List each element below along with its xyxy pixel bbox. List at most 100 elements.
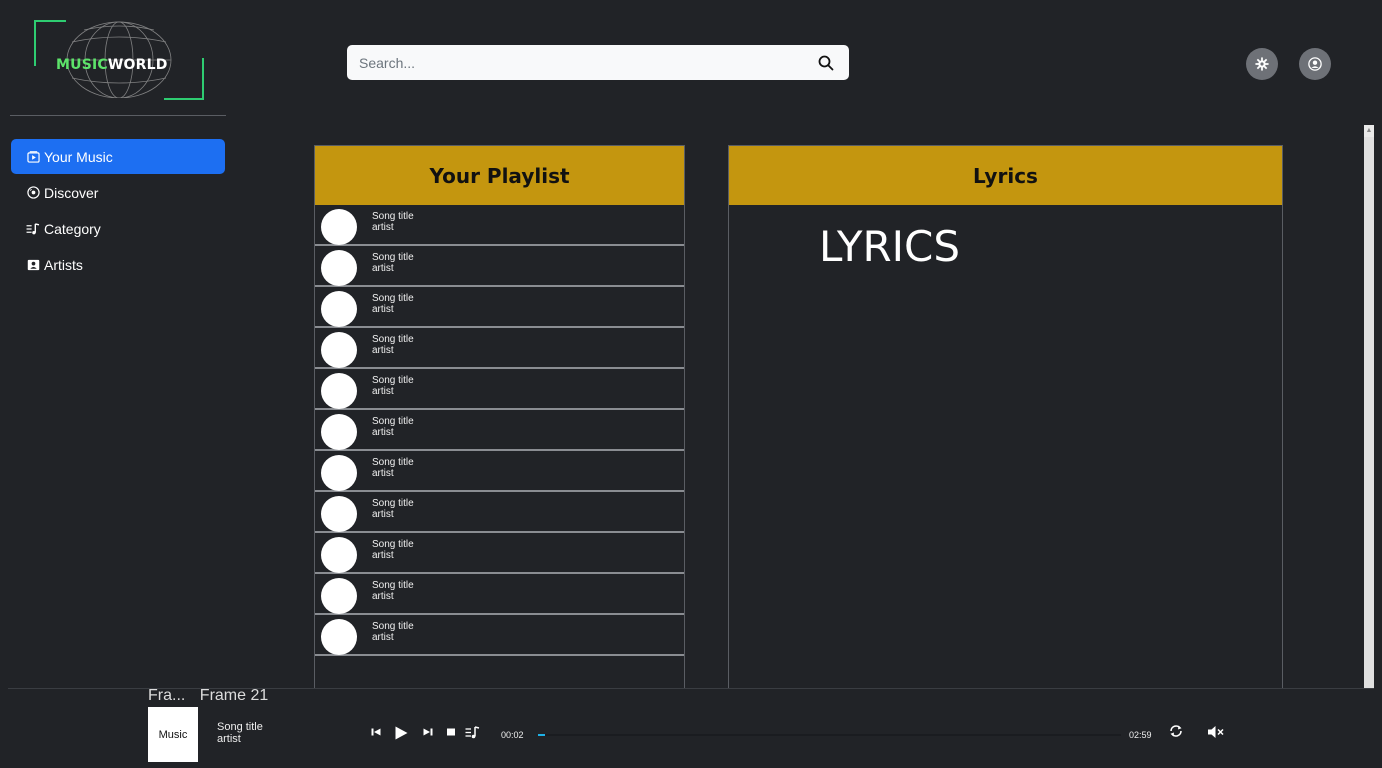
song-artist: artist	[372, 304, 394, 315]
logo: MUSICWORLD	[34, 20, 204, 100]
song-title: Song title	[372, 539, 414, 550]
song-artist: artist	[372, 591, 394, 602]
song-thumbnail	[321, 291, 357, 327]
sidebar-item-discover[interactable]: Discover	[11, 175, 225, 210]
playlist-song-row[interactable]: Song title artist	[315, 369, 684, 410]
song-thumbnail	[321, 578, 357, 614]
song-artist: artist	[372, 345, 394, 356]
lyrics-text: LYRICS	[819, 222, 961, 271]
song-thumbnail	[321, 537, 357, 573]
playlist-song-row[interactable]: Song title artist	[315, 205, 684, 246]
profile-button[interactable]	[1299, 48, 1331, 80]
playlist-song-row[interactable]: Song title artist	[315, 451, 684, 492]
frame-labels: Fra... Frame 21	[148, 687, 278, 705]
album-art: Music	[148, 707, 198, 762]
gear-icon	[1255, 57, 1269, 71]
search-button[interactable]	[803, 45, 849, 80]
song-thumbnail	[321, 496, 357, 532]
settings-button[interactable]	[1246, 48, 1278, 80]
song-artist: artist	[372, 386, 394, 397]
play-square-icon	[26, 150, 40, 164]
mute-button[interactable]	[1207, 725, 1225, 739]
user-circle-icon	[1308, 57, 1322, 71]
sidebar-item-category[interactable]: Category	[11, 211, 225, 246]
playlist-list: Song title artist Song title artist Song tit…	[315, 205, 684, 656]
song-artist: artist	[372, 427, 394, 438]
previous-button[interactable]	[370, 726, 382, 738]
song-artist: artist	[372, 263, 394, 274]
next-button[interactable]	[422, 726, 434, 738]
person-card-icon	[26, 258, 40, 272]
stop-icon	[447, 728, 455, 736]
song-thumbnail	[321, 414, 357, 450]
playlist-header: Your Playlist	[315, 146, 684, 205]
playlist-song-row[interactable]: Song title artist	[315, 328, 684, 369]
song-artist: artist	[372, 468, 394, 479]
logo-text-world: WORLD	[107, 57, 168, 73]
progress-fill	[538, 734, 545, 736]
playlist-song-row[interactable]: Song title artist	[315, 533, 684, 574]
logo-text: MUSICWORLD	[56, 57, 168, 73]
logo-text-music: MUSIC	[56, 57, 108, 73]
playlist-song-row[interactable]: Song title artist	[315, 246, 684, 287]
total-time: 02:59	[1129, 730, 1152, 740]
frame-label: Frame 21	[199, 687, 269, 704]
sidebar-item-label: Discover	[44, 184, 99, 201]
music-list-icon	[26, 222, 40, 236]
stop-button[interactable]	[445, 726, 457, 738]
song-title: Song title	[372, 621, 414, 632]
sidebar-item-label: Category	[44, 220, 101, 237]
song-thumbnail	[321, 373, 357, 409]
sidebar-item-label: Your Music	[44, 148, 113, 165]
current-time: 00:02	[501, 730, 524, 740]
song-title: Song title	[372, 375, 414, 386]
song-thumbnail	[321, 209, 357, 245]
lyrics-header: Lyrics	[729, 146, 1282, 205]
song-thumbnail	[321, 250, 357, 286]
search-input[interactable]	[347, 45, 802, 80]
page-scrollbar[interactable]	[1364, 125, 1374, 688]
skip-previous-icon	[371, 728, 381, 736]
now-playing-artist: artist	[217, 733, 241, 745]
song-title: Song title	[372, 498, 414, 509]
scroll-up-arrow-icon[interactable]: ▲	[1364, 125, 1374, 137]
song-artist: artist	[372, 222, 394, 233]
song-title: Song title	[372, 457, 414, 468]
play-button[interactable]	[394, 726, 408, 740]
playlist-song-row[interactable]: Song title artist	[315, 492, 684, 533]
sidebar-divider	[10, 115, 226, 116]
song-thumbnail	[321, 455, 357, 491]
song-title: Song title	[372, 334, 414, 345]
sidebar-item-your-music[interactable]: Your Music	[11, 139, 225, 174]
playlist-song-row[interactable]: Song title artist	[315, 574, 684, 615]
song-artist: artist	[372, 632, 394, 643]
playlist-song-row[interactable]: Song title artist	[315, 410, 684, 451]
song-artist: artist	[372, 550, 394, 561]
song-artist: artist	[372, 509, 394, 520]
repeat-icon	[1170, 725, 1182, 737]
playlist-song-row[interactable]: Song title artist	[315, 615, 684, 656]
lyrics-panel: Lyrics LYRICS	[728, 145, 1283, 690]
song-title: Song title	[372, 416, 414, 427]
volume-mute-icon	[1208, 726, 1224, 738]
disc-icon	[26, 186, 40, 200]
sidebar-item-artists[interactable]: Artists	[11, 247, 225, 282]
skip-next-icon	[423, 728, 433, 736]
playlist-song-row[interactable]: Song title artist	[315, 287, 684, 328]
progress-slider[interactable]	[538, 734, 1121, 736]
playlist-panel: Your Playlist Song title artist Song title…	[314, 145, 685, 690]
player-bar: Fra... Frame 21 Music Song title artist …	[8, 687, 1374, 768]
song-title: Song title	[372, 580, 414, 591]
frame-label-truncated: Fra...	[148, 687, 186, 704]
music-list-icon	[465, 726, 480, 739]
queue-button[interactable]	[465, 726, 480, 739]
now-playing-title: Song title	[217, 721, 263, 733]
song-title: Song title	[372, 211, 414, 222]
play-icon	[395, 726, 408, 740]
song-thumbnail	[321, 332, 357, 368]
app-window: MUSICWORLD Your Music Discover Category …	[8, 8, 1374, 768]
search-bar	[347, 45, 849, 80]
song-thumbnail	[321, 619, 357, 655]
repeat-button[interactable]	[1168, 723, 1184, 739]
song-title: Song title	[372, 293, 414, 304]
